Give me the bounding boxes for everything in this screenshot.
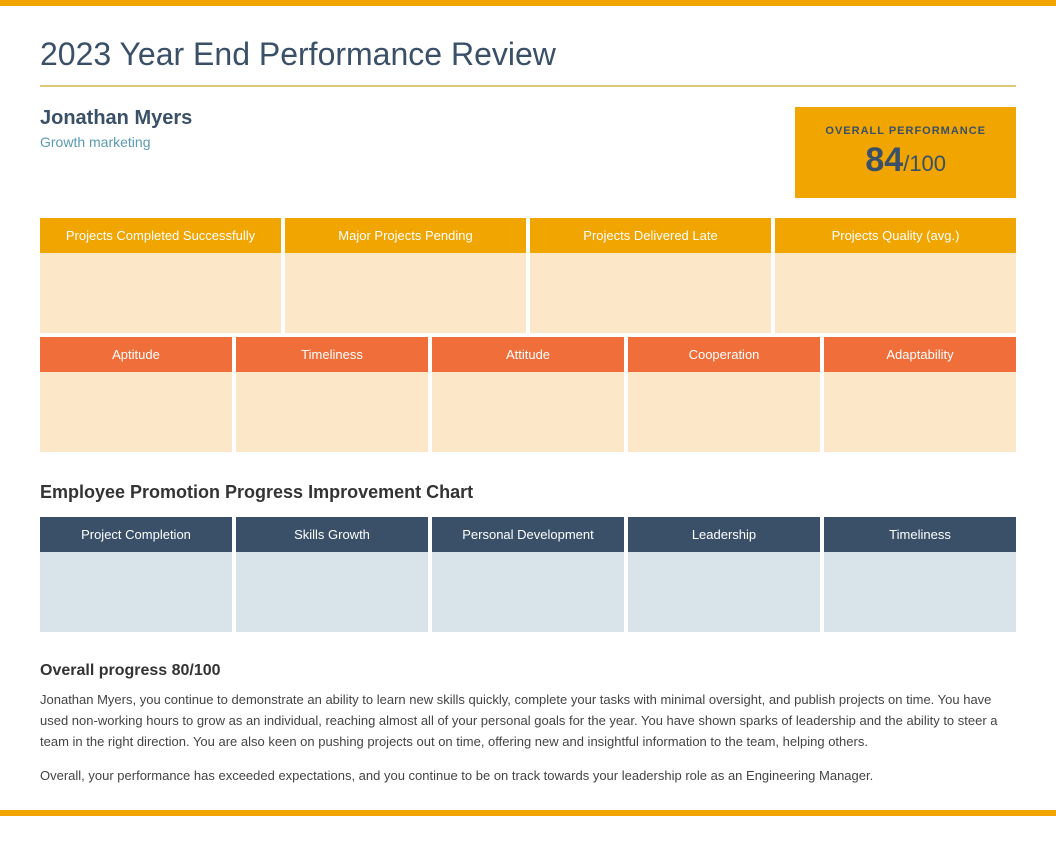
progress-card-2: Personal Development (432, 517, 624, 632)
progress-card-body-1 (236, 552, 428, 632)
bottom-bar (0, 810, 1056, 816)
skill-card-header-4: Adaptability (824, 337, 1016, 372)
progress-card-body-4 (824, 552, 1016, 632)
stat-card-body-0 (40, 253, 281, 333)
progress-card-4: Timeliness (824, 517, 1016, 632)
stat-card-1: Major Projects Pending (285, 218, 526, 333)
skill-card-header-3: Cooperation (628, 337, 820, 372)
skill-card-3: Cooperation (628, 337, 820, 452)
skills-row: Aptitude Timeliness Attitude Cooperation… (40, 337, 1016, 452)
skill-card-body-3 (628, 372, 820, 452)
skill-card-header-1: Timeliness (236, 337, 428, 372)
stat-card-header-1: Major Projects Pending (285, 218, 526, 253)
stat-card-body-3 (775, 253, 1016, 333)
stats-row: Projects Completed Successfully Major Pr… (40, 218, 1016, 333)
employee-info: Jonathan Myers Growth marketing (40, 107, 192, 150)
stat-card-3: Projects Quality (avg.) (775, 218, 1016, 333)
page-title: 2023 Year End Performance Review (40, 36, 1016, 73)
progress-card-header-0: Project Completion (40, 517, 232, 552)
progress-card-body-0 (40, 552, 232, 632)
header-row: Jonathan Myers Growth marketing OVERALL … (40, 107, 1016, 198)
stat-card-2: Projects Delivered Late (530, 218, 771, 333)
skill-card-1: Timeliness (236, 337, 428, 452)
progress-card-header-2: Personal Development (432, 517, 624, 552)
employee-name: Jonathan Myers (40, 107, 192, 130)
stat-card-0: Projects Completed Successfully (40, 218, 281, 333)
stat-card-header-0: Projects Completed Successfully (40, 218, 281, 253)
score-value: 84 (865, 141, 903, 179)
skill-card-body-0 (40, 372, 232, 452)
skill-card-header-0: Aptitude (40, 337, 232, 372)
skill-card-body-2 (432, 372, 624, 452)
overall-progress-paragraph1: Jonathan Myers, you continue to demonstr… (40, 690, 1016, 752)
skill-card-header-2: Attitude (432, 337, 624, 372)
stat-card-body-1 (285, 253, 526, 333)
overall-progress-title: Overall progress 80/100 (40, 662, 1016, 680)
progress-card-3: Leadership (628, 517, 820, 632)
stat-card-header-3: Projects Quality (avg.) (775, 218, 1016, 253)
skill-card-body-4 (824, 372, 1016, 452)
skill-card-body-1 (236, 372, 428, 452)
progress-card-body-2 (432, 552, 624, 632)
stat-card-header-2: Projects Delivered Late (530, 218, 771, 253)
overall-performance-label: OVERALL PERFORMANCE (825, 125, 986, 137)
divider (40, 85, 1016, 87)
score-out-of: /100 (903, 151, 946, 176)
employee-role: Growth marketing (40, 134, 192, 150)
overall-performance-box: OVERALL PERFORMANCE 84/100 (795, 107, 1016, 198)
progress-row: Project Completion Skills Growth Persona… (40, 517, 1016, 632)
skill-card-2: Attitude (432, 337, 624, 452)
progress-section-title: Employee Promotion Progress Improvement … (40, 482, 1016, 503)
progress-card-body-3 (628, 552, 820, 632)
progress-card-header-4: Timeliness (824, 517, 1016, 552)
skill-card-0: Aptitude (40, 337, 232, 452)
progress-card-header-1: Skills Growth (236, 517, 428, 552)
skill-card-4: Adaptability (824, 337, 1016, 452)
stat-card-body-2 (530, 253, 771, 333)
main-container: 2023 Year End Performance Review Jonatha… (0, 6, 1056, 841)
progress-card-0: Project Completion (40, 517, 232, 632)
progress-card-header-3: Leadership (628, 517, 820, 552)
overall-performance-score: 84/100 (825, 141, 986, 180)
progress-card-1: Skills Growth (236, 517, 428, 632)
overall-progress-paragraph2: Overall, your performance has exceeded e… (40, 766, 1016, 787)
